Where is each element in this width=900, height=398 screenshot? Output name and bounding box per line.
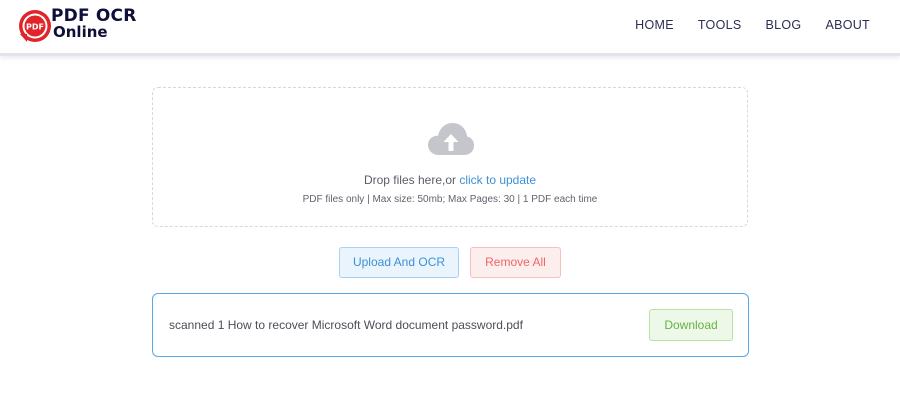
- logo-line-1: PDF OCR: [51, 6, 137, 26]
- logo-badge-text: PDF: [26, 23, 44, 32]
- remove-all-button[interactable]: Remove All: [470, 247, 561, 278]
- nav-item-home[interactable]: HOME: [635, 17, 674, 33]
- file-name: scanned 1 How to recover Microsoft Word …: [169, 318, 523, 332]
- download-button[interactable]: Download: [649, 309, 733, 341]
- file-dropzone[interactable]: Drop files here,or click to update PDF f…: [152, 87, 748, 227]
- nav-item-blog[interactable]: BLOG: [766, 17, 802, 33]
- cloud-upload-icon: [428, 123, 474, 155]
- logo-wordmark: PDF OCR Online: [51, 6, 137, 41]
- upload-limits-hint: PDF files only | Max size: 50mb; Max Pag…: [302, 194, 598, 205]
- nav-item-tools[interactable]: TOOLS: [698, 17, 742, 33]
- pdf-logo-icon: PDF: [19, 10, 51, 42]
- file-list-item: scanned 1 How to recover Microsoft Word …: [152, 293, 749, 357]
- main-nav: HOME TOOLS BLOG ABOUT: [611, 17, 870, 33]
- drop-prompt-text: Drop files here,or: [363, 173, 460, 187]
- drop-prompt: Drop files here,or click to update: [153, 173, 747, 187]
- site-header: PDF PDF OCR Online HOME TOOLS BLOG ABOUT: [0, 0, 900, 56]
- logo-line-2: Online: [53, 23, 108, 41]
- upload-and-ocr-button[interactable]: Upload And OCR: [339, 247, 459, 278]
- click-to-update-link[interactable]: click to update: [459, 173, 536, 187]
- site-logo[interactable]: PDF PDF OCR Online: [18, 6, 158, 45]
- nav-item-about[interactable]: ABOUT: [825, 17, 870, 33]
